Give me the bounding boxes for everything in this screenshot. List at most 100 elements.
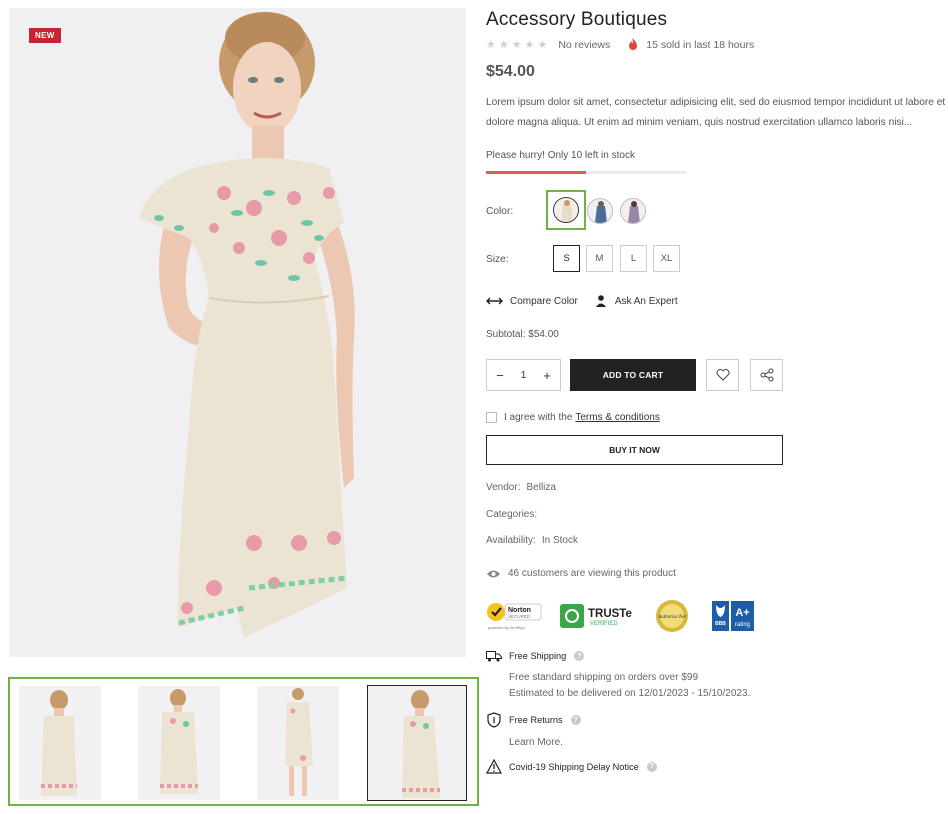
heart-icon (716, 369, 729, 381)
color-label: Color: (486, 206, 514, 217)
vendor-row: Vendor: Belliza (486, 482, 556, 493)
thumbnail-image (160, 689, 198, 794)
compare-arrows-icon (486, 297, 503, 305)
quantity-input[interactable]: 1 (521, 370, 527, 381)
stock-progress-bar (486, 171, 686, 174)
product-description: Lorem ipsum dolor sit amet, consectetur … (486, 97, 946, 128)
truste-sub: VERIFIED (590, 621, 618, 627)
share-icon (760, 368, 773, 382)
availability-value: In Stock (541, 535, 578, 546)
compare-color-label: Compare Color (510, 295, 578, 307)
color-swatch-2[interactable] (587, 198, 613, 224)
reviews-count[interactable]: No reviews (558, 39, 610, 51)
bbb-badge: BBB A+ rating (712, 600, 754, 632)
categories-row: Categories: (486, 509, 537, 520)
availability-row: Availability: In Stock (486, 535, 578, 546)
truste-verified-logo: TRUSTe VERIFIED (560, 604, 632, 628)
free-shipping-line-2: Estimated to be delivered on 12/01/2023 … (509, 688, 751, 699)
free-shipping-line-1: Free standard shipping on orders over $9… (509, 672, 699, 683)
rating-stars[interactable]: ★★★★★ (486, 38, 550, 51)
wishlist-button[interactable] (706, 359, 739, 391)
covid-notice-title[interactable]: Covid-19 Shipping Delay Notice (509, 762, 639, 772)
share-button[interactable] (750, 359, 783, 391)
help-icon[interactable]: ? (574, 651, 585, 661)
add-to-cart-button[interactable]: ADD TO CART (570, 359, 696, 391)
size-option-s[interactable]: S (553, 245, 580, 272)
swatch-thumb (621, 199, 645, 223)
viewers-notice: 46 customers are viewing this product (486, 568, 676, 579)
swatch-thumb (554, 198, 578, 222)
free-returns-row: Free Returns ? (486, 712, 581, 728)
authorize-text: Authorize.Net (657, 615, 686, 620)
product-title: Accessory Boutiques (486, 9, 668, 30)
extra-actions: Compare Color Ask An Expert (486, 294, 694, 308)
size-option-l[interactable]: L (620, 245, 647, 272)
free-returns-title: Free Returns (509, 715, 563, 725)
truste-title: TRUSTe (588, 608, 632, 620)
aplus-text: A+ (735, 607, 749, 619)
color-swatch-3[interactable] (620, 198, 646, 224)
truck-icon (486, 651, 502, 662)
fire-icon (629, 38, 638, 50)
covid-notice-row: Covid-19 Shipping Delay Notice ? (486, 759, 657, 774)
learn-more-link[interactable]: Learn More. (509, 737, 563, 748)
new-badge: NEW (29, 28, 61, 43)
thumbnail-front-view[interactable] (138, 686, 220, 800)
thumbnail-full-view[interactable] (257, 686, 339, 800)
quantity-stepper: − 1 + (486, 359, 561, 391)
norton-powered: powered by VeriSign (488, 625, 525, 630)
stock-progress-fill (486, 171, 586, 174)
rating-row: ★★★★★ No reviews 15 sold in last 18 hour… (486, 38, 754, 51)
size-label: Size: (486, 254, 509, 265)
model-illustration (139, 12, 355, 638)
truste-badge: TRUSTe VERIFIED (559, 600, 639, 632)
sold-indicator: 15 sold in last 18 hours (628, 38, 754, 51)
compare-color-link[interactable]: Compare Color (486, 296, 578, 307)
rating-text: rating (735, 622, 750, 628)
bbb-text: BBB (715, 621, 726, 627)
categories-label: Categories: (486, 509, 538, 520)
ask-expert-label: Ask An Expert (614, 295, 678, 307)
authorize-net-seal: Authorize.Net (656, 600, 688, 632)
thumbnail-image (41, 690, 77, 796)
sold-text: 15 sold in last 18 hours (646, 38, 755, 51)
norton-sub: SECURED (508, 614, 531, 619)
help-icon[interactable]: ? (570, 715, 581, 725)
expert-icon (595, 295, 606, 307)
thumbnail-strip (8, 677, 479, 806)
free-shipping-title: Free Shipping (509, 651, 567, 661)
free-shipping-row: Free Shipping ? (486, 650, 585, 662)
ask-expert-link[interactable]: Ask An Expert (594, 294, 678, 308)
buy-it-now-button[interactable]: BUY IT NOW (486, 435, 783, 465)
terms-link[interactable]: Terms & conditions (575, 412, 659, 423)
thumbnail-image (285, 688, 313, 796)
viewers-text: 46 customers are viewing this product (508, 568, 676, 579)
thumbnail-image (402, 690, 440, 798)
help-icon[interactable]: ? (646, 761, 657, 772)
quantity-decrease-button[interactable]: − (493, 368, 507, 383)
quantity-increase-button[interactable]: + (540, 368, 554, 383)
norton-title: Norton (508, 607, 531, 614)
main-product-image[interactable]: NEW (9, 8, 466, 657)
vendor-value[interactable]: Belliza (526, 482, 555, 493)
stock-warning: Please hurry! Only 10 left in stock (486, 150, 635, 161)
vendor-label: Vendor: (486, 482, 521, 493)
size-option-m[interactable]: M (586, 245, 613, 272)
terms-prefix: I agree with the (504, 412, 573, 423)
product-price: $54.00 (486, 63, 535, 80)
swatch-thumb (588, 199, 612, 223)
color-swatch-1[interactable] (553, 197, 579, 223)
subtotal: Subtotal: $54.00 (486, 329, 559, 340)
thumbnail-pose-view[interactable] (367, 685, 467, 801)
shield-icon (487, 712, 501, 728)
terms-agreement: I agree with the Terms & conditions (486, 412, 660, 423)
norton-secured-logo: Norton SECURED powered by VeriSign (487, 603, 542, 630)
availability-label: Availability: (486, 535, 536, 546)
bbb-rating-logo: BBB A+ rating (712, 601, 754, 631)
size-option-xl[interactable]: XL (653, 245, 680, 272)
terms-checkbox[interactable] (486, 412, 497, 423)
thumbnail-back-view[interactable] (19, 686, 101, 800)
warning-icon (486, 759, 502, 774)
norton-badge: Norton SECURED powered by VeriSign (486, 600, 542, 632)
eye-icon (487, 570, 500, 577)
